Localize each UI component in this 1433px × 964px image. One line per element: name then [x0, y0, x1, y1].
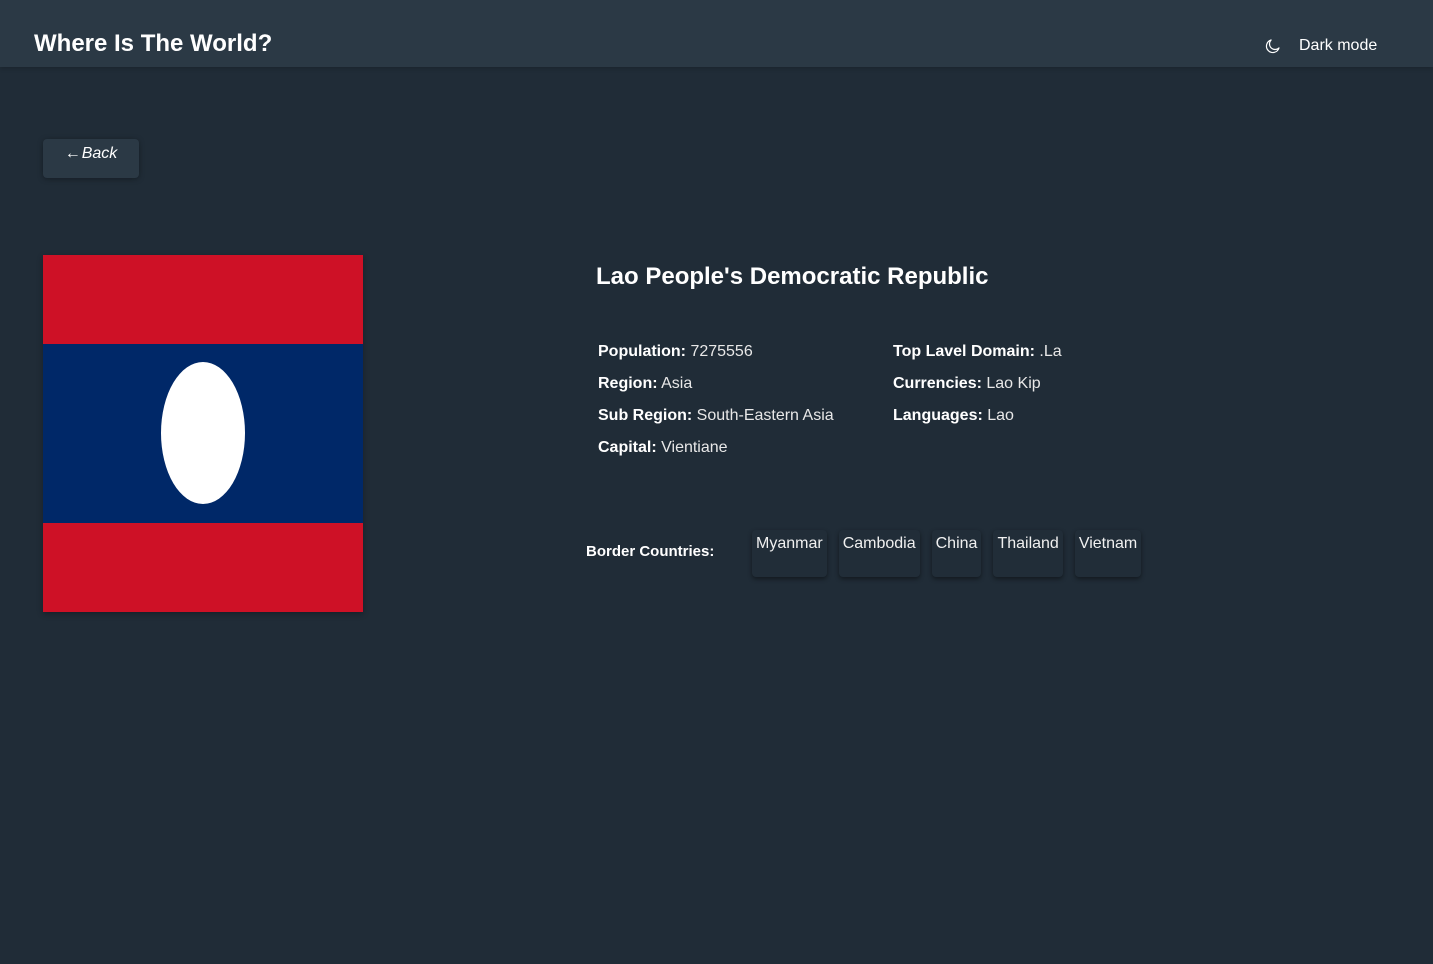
top-level-domain-label: Top Lavel Domain: [893, 343, 1035, 360]
region-info: Region: Asia [598, 374, 692, 394]
population-info: Population: 7275556 [598, 342, 753, 362]
population-label: Population: [598, 343, 686, 360]
border-countries-label: Border Countries: [586, 543, 715, 560]
back-button-label: Back [81, 145, 118, 162]
moon-icon [1264, 37, 1282, 55]
capital-info: Capital: Vientiane [598, 438, 728, 458]
flag-bottom-red-stripe [43, 523, 363, 612]
border-country-button[interactable]: Myanmar [752, 530, 827, 577]
capital-value: Vientiane [661, 439, 728, 456]
flag-white-disc [161, 362, 245, 504]
top-level-domain-value: .La [1039, 343, 1062, 360]
border-country-button[interactable]: China [931, 530, 982, 577]
border-country-button[interactable]: Thailand [993, 530, 1063, 577]
region-value: Asia [661, 375, 693, 392]
back-button[interactable]: ← Back [43, 139, 139, 178]
country-name: Lao People's Democratic Republic [596, 263, 989, 290]
currencies-value: Lao Kip [986, 375, 1041, 392]
back-arrow-icon: ← [64, 145, 81, 162]
border-countries-list: Myanmar Cambodia China Thailand Vietnam [752, 530, 1142, 577]
capital-label: Capital: [598, 439, 657, 456]
top-level-domain-info: Top Lavel Domain: .La [893, 342, 1062, 362]
sub-region-value: South-Eastern Asia [696, 407, 834, 424]
dark-mode-label: Dark mode [1299, 37, 1378, 54]
population-value: 7275556 [690, 343, 753, 360]
sub-region-label: Sub Region: [598, 407, 693, 424]
dark-mode-toggle[interactable]: Dark mode [1264, 34, 1377, 58]
region-label: Region: [598, 375, 658, 392]
flag-top-red-stripe [43, 255, 363, 344]
top-header: Where Is The World? Dark mode [0, 0, 1433, 67]
currencies-label: Currencies: [893, 375, 982, 392]
border-country-button[interactable]: Cambodia [838, 530, 920, 577]
languages-label: Languages: [893, 407, 983, 424]
sub-region-info: Sub Region: South-Eastern Asia [598, 406, 834, 426]
app-title: Where Is The World? [34, 30, 273, 57]
languages-value: Lao [987, 407, 1014, 424]
border-country-button[interactable]: Vietnam [1074, 530, 1142, 577]
currencies-info: Currencies: Lao Kip [893, 374, 1041, 394]
languages-info: Languages: Lao [893, 406, 1014, 426]
country-flag [43, 255, 363, 612]
